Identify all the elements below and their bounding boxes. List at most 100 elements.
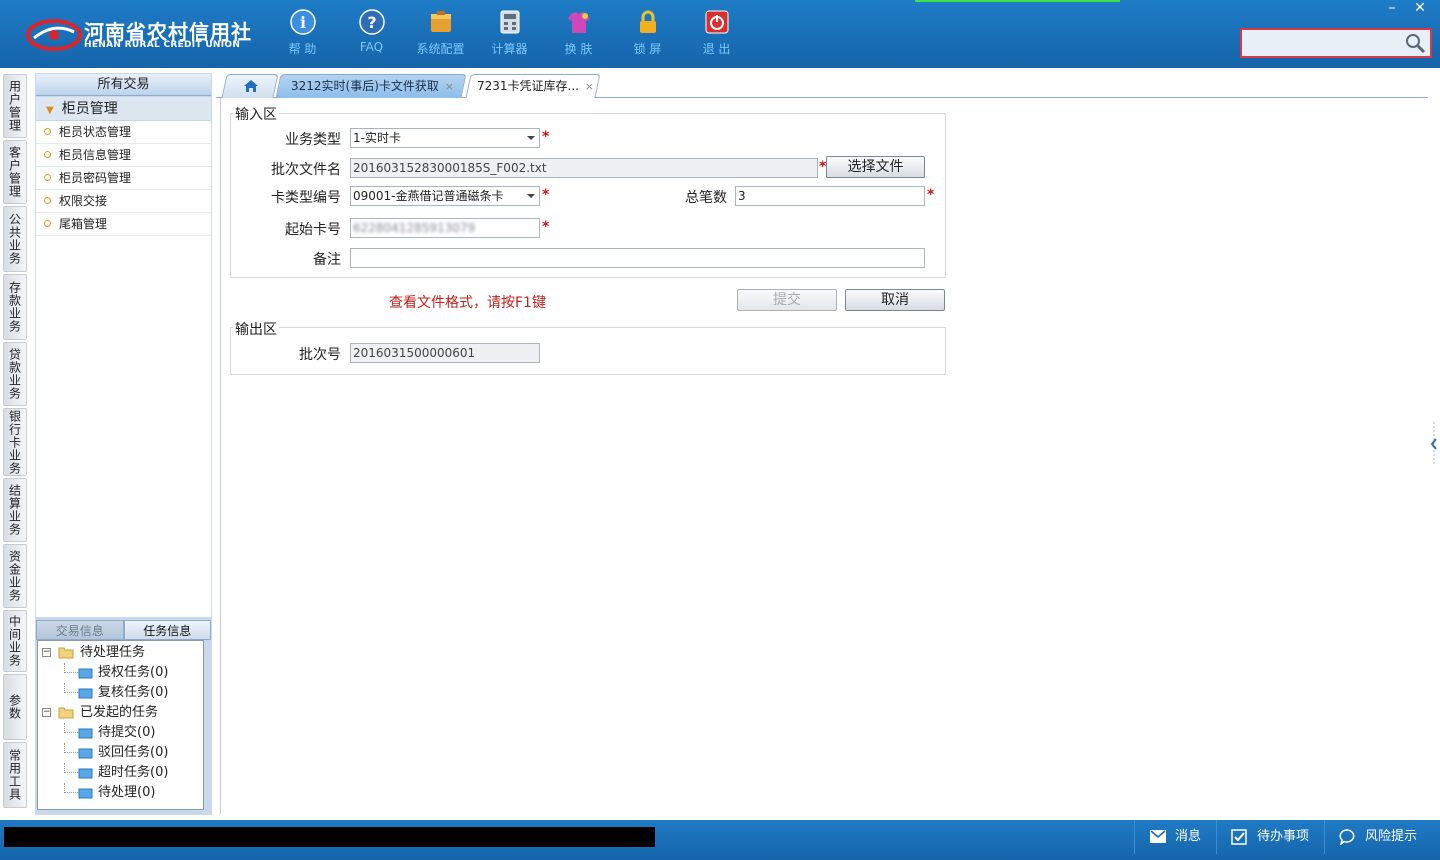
- tab-card-file-fetch[interactable]: 3212实时(事后)卡文件获取 ×: [275, 74, 467, 98]
- status-bar: 消息 待办事项 风险提示: [0, 820, 1440, 860]
- bullet-icon: [44, 220, 51, 227]
- submit-button[interactable]: 提交: [737, 289, 837, 311]
- svg-text:?: ?: [367, 13, 376, 32]
- side-tab-funds[interactable]: 资金业务: [3, 544, 27, 608]
- system-config-button[interactable]: 系统配置: [406, 8, 475, 62]
- minimize-button[interactable]: –: [1378, 0, 1406, 18]
- tab-close-icon[interactable]: ×: [445, 76, 454, 98]
- file-format-hint: 查看文件格式，请按F1键: [389, 295, 546, 311]
- task-tree: − 待处理任务 授权任务(0) 复核任务(0) − 已发起的任务 待提交(0): [37, 640, 204, 810]
- search-icon[interactable]: [1404, 32, 1426, 54]
- remark-field[interactable]: [350, 248, 925, 268]
- side-tab-bank-card[interactable]: 银行卡业务: [3, 408, 27, 476]
- batch-no-field[interactable]: 2016031500000601: [350, 343, 540, 363]
- business-type-value: 1-实时卡: [353, 131, 401, 145]
- help-label: 帮 助: [288, 42, 317, 56]
- tab-home[interactable]: [221, 74, 279, 98]
- start-card-field[interactable]: 6228041285913079: [350, 218, 540, 238]
- skin-button[interactable]: 换 肤: [544, 8, 613, 62]
- side-tab-settlement[interactable]: 结算业务: [3, 478, 27, 542]
- calculator-button[interactable]: 计算器: [475, 8, 544, 62]
- folder-icon: [78, 668, 93, 679]
- risk-alert-button[interactable]: 风险提示: [1324, 820, 1440, 854]
- tree-node-to-process[interactable]: 待处理(0): [38, 783, 203, 803]
- bullet-icon: [44, 197, 51, 204]
- exit-button[interactable]: 退 出: [682, 8, 751, 62]
- tab-close-icon[interactable]: ×: [585, 76, 594, 98]
- tree-node-label: 授权任务(0): [98, 665, 169, 680]
- content-tabs: 3212实时(事后)卡文件获取 × 7231卡凭证库存... ×: [216, 72, 1440, 98]
- tab-card-voucher-stock[interactable]: 7231卡凭证库存... ×: [465, 74, 601, 98]
- side-tab-common-tools[interactable]: 常用工具: [3, 742, 27, 808]
- tree-node-initiated[interactable]: − 已发起的任务: [38, 703, 203, 723]
- business-type-select[interactable]: 1-实时卡: [350, 128, 540, 148]
- nav-item-permission-handover[interactable]: 权限交接: [36, 190, 211, 213]
- faq-button[interactable]: ? FAQ: [337, 8, 406, 62]
- tab-transaction-info[interactable]: 交易信息: [36, 620, 124, 640]
- tree-node-pending[interactable]: − 待处理任务: [38, 643, 203, 663]
- collapse-icon[interactable]: −: [42, 708, 51, 717]
- todo-button[interactable]: 待办事项: [1216, 820, 1324, 854]
- tree-node-label: 待提交(0): [98, 725, 156, 740]
- bullet-icon: [44, 174, 51, 181]
- nav-item-label: 柜员密码管理: [59, 171, 132, 185]
- nav-item-teller-password[interactable]: 柜员密码管理: [36, 167, 211, 190]
- messages-label: 消息: [1175, 829, 1202, 844]
- choose-file-button[interactable]: 选择文件: [826, 156, 925, 178]
- checkbox-icon: [1231, 829, 1247, 845]
- lock-screen-button[interactable]: 锁 屏: [613, 8, 682, 62]
- tree-node-label: 待处理(0): [98, 785, 156, 800]
- collapse-panel-handle[interactable]: [1428, 420, 1440, 468]
- tab-task-info[interactable]: 任务信息: [123, 620, 211, 640]
- power-icon: [705, 10, 728, 34]
- todo-label: 待办事项: [1257, 829, 1310, 844]
- nav-group-teller-management[interactable]: ▼ 柜员管理: [36, 97, 211, 121]
- svg-text:i: i: [299, 13, 305, 32]
- side-tab-intermediary[interactable]: 中间业务: [3, 610, 27, 672]
- side-tab-user-management[interactable]: 用户管理: [3, 74, 27, 138]
- skin-icon: [567, 12, 590, 33]
- calculator-icon: [500, 10, 519, 34]
- side-tab-deposit[interactable]: 存款业务: [3, 274, 27, 340]
- collapse-icon[interactable]: −: [42, 648, 51, 657]
- tab-label: 3212实时(事后)卡文件获取: [291, 79, 439, 93]
- nav-item-teller-status[interactable]: 柜员状态管理: [36, 121, 211, 144]
- cancel-button[interactable]: 取消: [845, 289, 945, 311]
- side-tab-loan[interactable]: 贷款业务: [3, 342, 27, 406]
- form-content: 输入区 业务类型 1-实时卡 * 批次文件名 20160315283000185…: [220, 98, 1428, 814]
- required-mark: *: [542, 187, 550, 203]
- close-button[interactable]: ✕: [1406, 0, 1434, 18]
- tree-node-timeout[interactable]: 超时任务(0): [38, 763, 203, 783]
- status-message-area: [4, 827, 655, 847]
- home-icon: [244, 80, 258, 92]
- mail-icon: [1150, 830, 1166, 843]
- system-config-label: 系统配置: [416, 42, 465, 56]
- side-tab-customer-management[interactable]: 客户管理: [3, 140, 27, 204]
- batch-file-field[interactable]: 20160315283000185S_F002.txt: [350, 158, 818, 178]
- dropdown-arrow-icon: [527, 194, 535, 198]
- search-input[interactable]: [1246, 33, 1404, 53]
- exit-label: 退 出: [702, 42, 731, 56]
- required-mark: *: [927, 187, 935, 203]
- nav-item-teller-info[interactable]: 柜员信息管理: [36, 144, 211, 167]
- tree-node-to-submit[interactable]: 待提交(0): [38, 723, 203, 743]
- side-tab-public-business[interactable]: 公共业务: [3, 206, 27, 272]
- side-tab-parameters[interactable]: 参数: [3, 674, 27, 740]
- card-type-select[interactable]: 09001-金燕借记普通磁条卡: [350, 186, 540, 206]
- folder-open-icon: [58, 647, 74, 659]
- messages-button[interactable]: 消息: [1134, 820, 1216, 854]
- logo-mark-icon: [26, 19, 82, 51]
- folder-open-icon: [58, 707, 74, 719]
- required-mark: *: [542, 129, 550, 145]
- help-button[interactable]: i 帮 助: [268, 8, 337, 62]
- faq-label: FAQ: [359, 40, 384, 54]
- business-type-label: 业务类型: [285, 132, 341, 148]
- tree-node-review[interactable]: 复核任务(0): [38, 683, 203, 703]
- lock-screen-label: 锁 屏: [633, 42, 662, 56]
- tree-node-authorize[interactable]: 授权任务(0): [38, 663, 203, 683]
- tree-node-rejected[interactable]: 驳回任务(0): [38, 743, 203, 763]
- nav-item-tail-box[interactable]: 尾箱管理: [36, 213, 211, 236]
- nav-item-label: 柜员信息管理: [59, 148, 132, 162]
- logo-text-en: HENAN RURAL CREDIT UNION: [84, 40, 241, 50]
- total-count-field[interactable]: 3: [735, 186, 925, 206]
